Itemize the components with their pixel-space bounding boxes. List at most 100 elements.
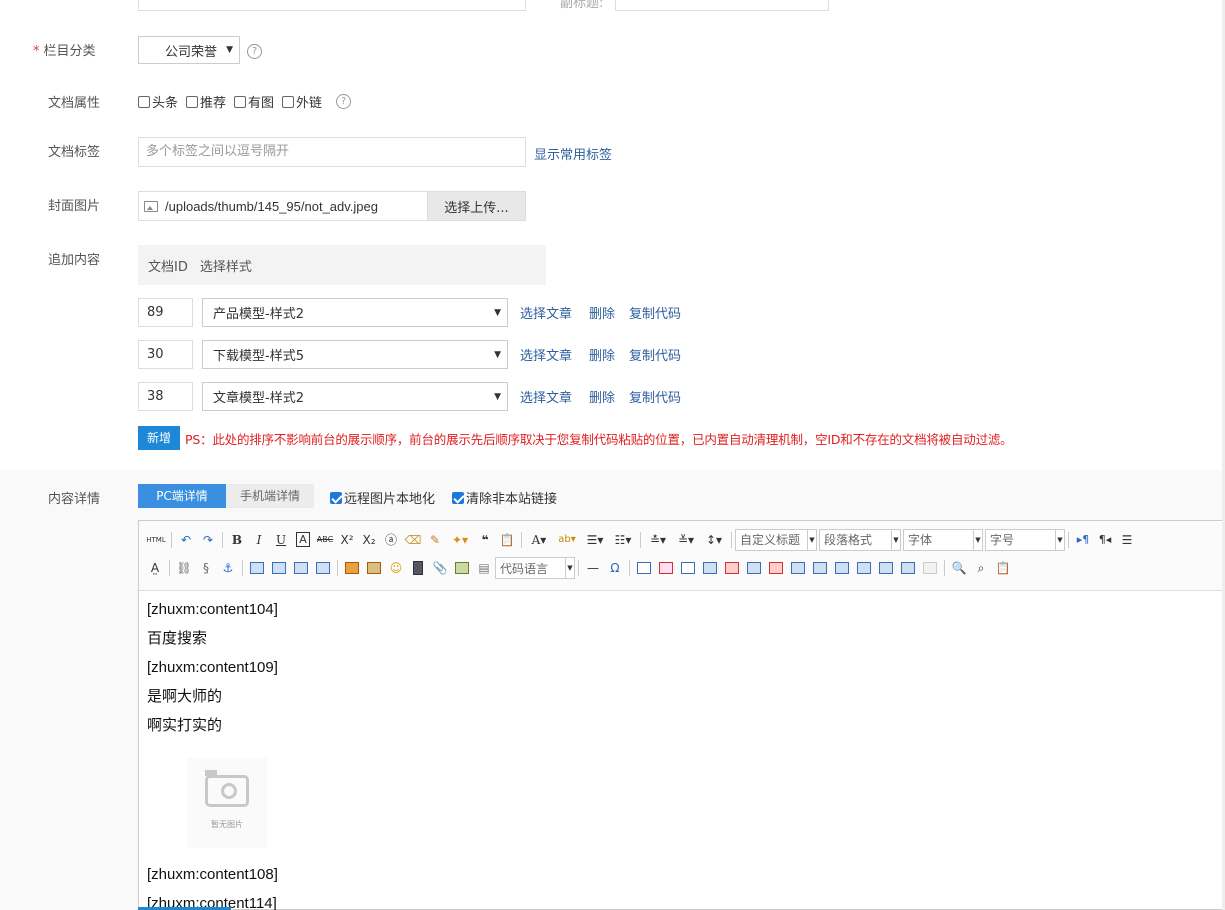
magic-typeset-icon[interactable]: ✦▾ [446, 529, 474, 551]
attr-headline[interactable]: 头条 [138, 92, 178, 111]
checkbox-icon[interactable] [186, 96, 199, 108]
paste-text-icon[interactable]: 📋 [496, 529, 518, 551]
text-case-icon[interactable]: A̤ [144, 557, 166, 579]
format-brush-icon[interactable]: ✎ [424, 529, 446, 551]
doc-id-input[interactable]: 30 [138, 340, 193, 369]
checkbox-checked-icon[interactable] [452, 492, 464, 504]
paragraph-select[interactable]: 段落格式 ▼ [819, 528, 901, 551]
blockquote-icon[interactable]: ❝ [474, 529, 496, 551]
add-row-button[interactable]: 新增 [138, 426, 180, 450]
ltr-icon[interactable]: ▸¶ [1072, 529, 1094, 551]
opt-localize[interactable]: 远程图片本地化 [330, 488, 435, 507]
cover-path[interactable]: /uploads/thumb/145_95/not_adv.jpeg [165, 199, 378, 214]
superscript-icon[interactable]: X² [336, 529, 358, 551]
link-icon[interactable]: ⛓ [173, 557, 195, 579]
font-color-icon[interactable]: A▾ [525, 529, 553, 551]
cell-props-icon[interactable] [919, 557, 941, 579]
undo-icon[interactable]: ↶ [175, 529, 197, 551]
select-article-link[interactable]: 选择文章 [520, 345, 572, 364]
checkbox-icon[interactable] [282, 96, 295, 108]
checkbox-icon[interactable] [138, 96, 150, 108]
multi-image-icon[interactable] [363, 557, 385, 579]
align-right-icon[interactable] [290, 557, 312, 579]
insert-table-icon[interactable] [633, 557, 655, 579]
delete-link[interactable]: 删除 [589, 387, 615, 406]
font-size-select[interactable]: 字号 ▼ [985, 528, 1065, 551]
merge-right-icon[interactable] [809, 557, 831, 579]
merge-down-icon[interactable] [831, 557, 853, 579]
anchor-icon[interactable]: ⚓ [217, 557, 239, 579]
category-select[interactable]: 公司荣誉 ▼ [138, 36, 240, 64]
bold-icon[interactable]: B [226, 529, 248, 551]
select-article-link[interactable]: 选择文章 [520, 387, 572, 406]
delete-link[interactable]: 删除 [589, 303, 615, 322]
rtl-icon[interactable]: ¶◂ [1094, 529, 1116, 551]
insert-paragraph-before-table-icon[interactable] [677, 557, 699, 579]
horizontal-rule-icon[interactable]: — [582, 557, 604, 579]
style-select[interactable]: 下载模型-样式5 ▼ [202, 340, 508, 369]
insert-col-icon[interactable] [743, 557, 765, 579]
attachment-icon[interactable]: 📎 [429, 557, 451, 579]
italic-icon[interactable]: I [248, 529, 270, 551]
tab-pc-detail[interactable]: PC端详情 [138, 484, 226, 508]
opt-clean-links[interactable]: 清除非本站链接 [452, 488, 557, 507]
subscript-icon[interactable]: X₂ [358, 529, 380, 551]
checkbox-icon[interactable] [234, 96, 247, 108]
doc-id-input[interactable]: 38 [138, 382, 193, 411]
attr-external[interactable]: 外链 [282, 92, 322, 111]
underline-icon[interactable]: U [270, 529, 292, 551]
row-spacing-top-icon[interactable]: ≛▾ [644, 529, 672, 551]
split-cols-icon[interactable] [897, 557, 919, 579]
merge-cells-icon[interactable] [787, 557, 809, 579]
row-spacing-bottom-icon[interactable]: ≚▾ [672, 529, 700, 551]
insert-row-icon[interactable] [699, 557, 721, 579]
subtitle-input[interactable] [615, 0, 829, 11]
template-icon[interactable]: 📋 [992, 557, 1014, 579]
code-language-select[interactable]: 代码语言 ▼ [495, 557, 575, 579]
ordered-list-icon[interactable]: ☰▾ [581, 529, 609, 551]
style-select[interactable]: 产品模型-样式2 ▼ [202, 298, 508, 327]
search-replace-icon[interactable]: 🔍 [948, 557, 970, 579]
image-placeholder[interactable]: 暂无图片 [147, 740, 1217, 860]
font-family-select[interactable]: 字体 ▼ [903, 528, 983, 551]
upload-button[interactable]: 选择上传... [427, 192, 525, 220]
copy-code-link[interactable]: 复制代码 [629, 303, 681, 322]
align-left-icon[interactable] [246, 557, 268, 579]
delete-row-icon[interactable] [721, 557, 743, 579]
redo-icon[interactable]: ↷ [197, 529, 219, 551]
delete-link[interactable]: 删除 [589, 345, 615, 364]
split-rows-icon[interactable] [875, 557, 897, 579]
select-article-link[interactable]: 选择文章 [520, 303, 572, 322]
attr-has-image[interactable]: 有图 [234, 92, 274, 111]
align-center-icon[interactable] [268, 557, 290, 579]
help-icon[interactable]: ? [247, 44, 262, 59]
editor-body[interactable]: [zhuxm:content104] 百度搜索 [zhuxm:content10… [139, 591, 1225, 910]
insert-image-icon[interactable] [341, 557, 363, 579]
insert-frame-icon[interactable] [451, 557, 473, 579]
align-justify-icon[interactable] [312, 557, 334, 579]
strikethrough-icon[interactable]: ABC [314, 529, 336, 551]
highlight-color-icon[interactable]: ab▾ [553, 529, 581, 551]
line-height-icon[interactable]: ↕▾ [700, 529, 728, 551]
font-border-icon[interactable]: A [292, 529, 314, 551]
unlink-icon[interactable]: § [195, 557, 217, 579]
unordered-list-icon[interactable]: ☷▾ [609, 529, 637, 551]
tab-mobile-detail[interactable]: 手机端详情 [226, 484, 314, 508]
checkbox-checked-icon[interactable] [330, 492, 342, 504]
autotypeset-icon[interactable]: ⓐ [380, 529, 402, 551]
special-chars-icon[interactable]: Ω [604, 557, 626, 579]
doc-id-input[interactable]: 89 [138, 298, 193, 327]
split-cells-icon[interactable] [853, 557, 875, 579]
tags-input[interactable]: 多个标签之间以逗号隔开 [138, 137, 526, 167]
copy-code-link[interactable]: 复制代码 [629, 345, 681, 364]
style-select[interactable]: 文章模型-样式2 ▼ [202, 382, 508, 411]
indent-icon[interactable]: ☰ [1116, 529, 1138, 551]
emotion-icon[interactable]: ☺ [385, 557, 407, 579]
insert-video-icon[interactable] [407, 557, 429, 579]
code-icon[interactable]: ▤ [473, 557, 495, 579]
delete-table-icon[interactable] [655, 557, 677, 579]
preview-icon[interactable]: ⌕ [970, 557, 992, 579]
eraser-icon[interactable]: ⌫ [402, 529, 424, 551]
attr-recommend[interactable]: 推荐 [186, 92, 226, 111]
show-common-tags-link[interactable]: 显示常用标签 [534, 144, 612, 163]
